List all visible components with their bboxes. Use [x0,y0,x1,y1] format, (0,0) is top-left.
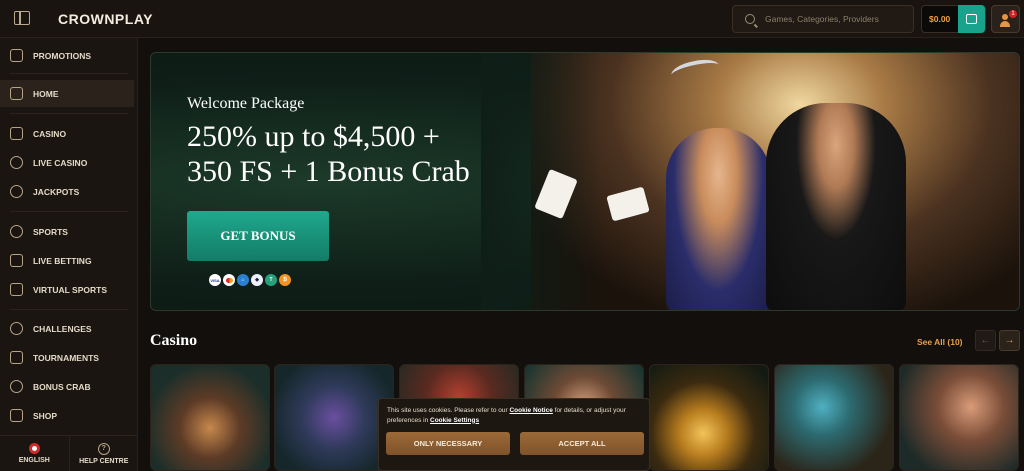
top-bar: CROWNPLAY $0.00 1 [0,0,1024,38]
game-tile[interactable] [899,364,1019,471]
home-icon [10,87,23,100]
tether-icon: T [265,274,277,286]
bank-icon: ⌂ [237,274,249,286]
only-necessary-button[interactable]: ONLY NECESSARY [386,432,510,455]
game-tile[interactable] [774,364,894,471]
ethereum-icon: ◆ [251,274,263,286]
slot-machine-icon [10,127,23,140]
shop-bag-icon [10,409,23,422]
scroll-right-button[interactable]: → [999,330,1020,351]
payment-methods: VISA ⌂ ◆ T ₿ [209,274,291,286]
section-title-casino: Casino [150,332,198,349]
crownplay-logo[interactable]: CROWNPLAY [58,11,153,27]
visa-icon: VISA [209,274,221,286]
sidebar-item-home[interactable]: HOME [0,80,134,107]
see-all-link[interactable]: See All (10) [917,337,963,347]
cookie-text: This site uses cookies. Please refer to … [387,407,626,424]
medal-icon [10,322,23,335]
accept-all-button[interactable]: ACCEPT ALL [520,432,644,455]
sidebar-item-promotions[interactable]: PROMOTIONS [0,42,134,69]
gamepad-icon [10,283,23,296]
sidebar-footer: ENGLISH ? HELP CENTRE [0,435,138,471]
soccer-ball-icon [10,225,23,238]
sidebar-toggle-icon[interactable] [14,11,30,25]
balance-display[interactable]: $0.00 [921,5,986,33]
sidebar-item-shop[interactable]: SHOP [0,402,134,429]
gift-icon [10,49,23,62]
sidebar-item-live-casino[interactable]: LIVE CASINO [0,149,134,176]
game-tile[interactable] [274,364,394,471]
sidebar-item-jackpots[interactable]: JACKPOTS [0,178,134,205]
wallet-icon [965,14,977,24]
game-tile[interactable] [150,364,270,471]
balance-amount: $0.00 [929,14,951,24]
search-input[interactable] [765,14,905,24]
user-icon [1002,14,1008,20]
welcome-banner[interactable]: Welcome Package 250% up to $4,500 + 350 … [150,52,1020,311]
sidebar: PROMOTIONS HOME CASINO LIVE CASINO JACKP… [0,38,138,471]
banner-woman-figure [666,128,771,310]
spade-icon [10,156,23,169]
live-betting-icon [10,254,23,267]
canada-flag-icon [28,443,40,454]
trophy-icon [10,351,23,364]
bitcoin-icon: ₿ [279,274,291,286]
user-account-button[interactable]: 1 [991,5,1020,33]
language-selector[interactable]: ENGLISH [0,436,70,471]
help-centre-button[interactable]: ? HELP CENTRE [70,436,139,471]
question-icon: ? [97,442,110,455]
cookie-notice-link[interactable]: Cookie Notice [509,407,552,414]
sidebar-item-virtual-sports[interactable]: VIRTUAL SPORTS [0,276,134,303]
get-bonus-button[interactable]: GET BONUS [187,211,329,261]
scroll-left-button[interactable]: ← [975,330,996,351]
sidebar-item-challenges[interactable]: CHALLENGES [0,315,134,342]
notification-badge: 1 [1009,10,1017,18]
banner-man-figure [766,103,906,310]
sidebar-item-casino[interactable]: CASINO [0,120,134,147]
banner-headline: 250% up to $4,500 + 350 FS + 1 Bonus Cra… [187,120,470,188]
deposit-button[interactable] [957,5,985,33]
game-tile[interactable] [649,364,769,471]
clover-icon [10,185,23,198]
mastercard-icon [223,274,235,286]
cookie-settings-link[interactable]: Cookie Settings [430,417,479,424]
sidebar-item-bonus-crab[interactable]: BONUS CRAB [0,373,134,400]
search-box[interactable] [732,5,914,33]
sidebar-item-tournaments[interactable]: TOURNAMENTS [0,344,134,371]
banner-subtitle: Welcome Package [187,95,305,112]
search-icon [745,14,755,24]
sidebar-item-live-betting[interactable]: LIVE BETTING [0,247,134,274]
sidebar-item-sports[interactable]: SPORTS [0,218,134,245]
cookie-banner: This site uses cookies. Please refer to … [378,398,650,471]
crab-claw-icon [10,380,23,393]
